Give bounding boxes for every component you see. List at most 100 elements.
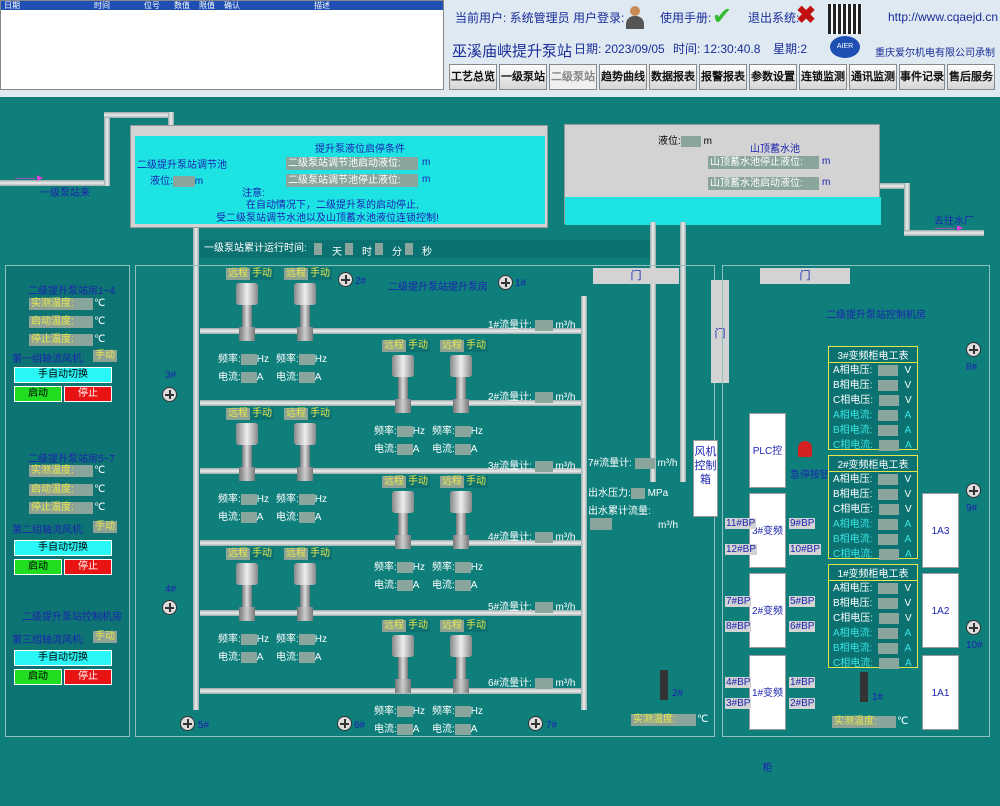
estop-icon[interactable] [798,441,812,457]
cabinet-1a3[interactable]: 1A3 [922,493,959,568]
g3-stop-button[interactable]: 停止 [64,669,112,685]
tab-data-report[interactable]: 数据报表 [649,64,697,90]
tab-comm[interactable]: 通讯监测 [849,64,897,90]
g2-mode-switch-button[interactable]: 手自动切换 [14,540,112,556]
pump-8-icon[interactable] [450,491,472,551]
tab-alarm-report[interactable]: 报警报表 [699,64,747,90]
pump-11-manual[interactable]: 手动 [406,620,430,632]
pump-9-manual[interactable]: 手动 [250,548,274,560]
pump-5-icon[interactable] [236,423,258,483]
pump-2-icon[interactable] [294,283,316,343]
g1-start-temp-label: 启动温度: [29,316,76,328]
res-start-value[interactable] [805,177,819,190]
tab-service[interactable]: 售后服务 [947,64,995,90]
pump-9-remote[interactable]: 远程 [226,548,250,560]
pump-1-icon[interactable] [236,283,258,343]
pump-6-remote[interactable]: 远程 [284,408,308,420]
g3-start-button[interactable]: 启动 [14,669,62,685]
pump-3-remote[interactable]: 远程 [382,340,406,352]
room-temp-unit: ℃ [697,714,709,725]
g1-start-button[interactable]: 启动 [14,386,62,402]
user-icon[interactable] [625,4,645,30]
deg1: ℃ [94,298,106,309]
pump-12-current: 电流: A [432,723,478,735]
pump-4-remote[interactable]: 远程 [440,340,464,352]
tab-station1[interactable]: 一级泵站 [499,64,547,90]
vfd-2[interactable]: 2#变频柜 [749,573,786,692]
pump-8-remote[interactable]: 远程 [440,476,464,488]
pump-5-manual[interactable]: 手动 [250,408,274,420]
pump-12-icon[interactable] [450,635,472,695]
alarm-list[interactable]: 日期 时间 位号 数值 限值 确认 描述 [0,0,444,90]
pump-1-manual[interactable]: 手动 [250,268,274,280]
unit-m-3: m [822,156,831,167]
g2-start-temp-value[interactable] [75,484,93,496]
unit-m-2: m [422,174,431,185]
g3-mode-switch-button[interactable]: 手自动切换 [14,650,112,666]
pump-11-remote[interactable]: 远程 [382,620,406,632]
pump-10-manual[interactable]: 手动 [308,548,332,560]
pump-9-icon[interactable] [236,563,258,623]
pump-5-remote[interactable]: 远程 [226,408,250,420]
pump-10-remote[interactable]: 远程 [284,548,308,560]
tab-overview[interactable]: 工艺总览 [449,64,497,90]
g1-stop-button[interactable]: 停止 [64,386,112,402]
pump-2-freq: 频率: Hz [276,353,328,365]
deg5: ℃ [94,484,106,495]
pool-stop-value[interactable] [402,174,418,187]
pump-6-manual[interactable]: 手动 [308,408,332,420]
pump-7-remote[interactable]: 远程 [382,476,406,488]
pump-12-remote[interactable]: 远程 [440,620,464,632]
cabinet-1a2[interactable]: 1A2 [922,573,959,648]
exit-x-icon[interactable]: ✖ [796,2,816,30]
pump-7-manual[interactable]: 手动 [406,476,430,488]
tab-events[interactable]: 事件记录 [899,64,945,90]
pump-9-freq: 频率: Hz [218,633,270,645]
cabinet-1a1[interactable]: 1A1 [922,655,959,730]
plc-cabinet[interactable]: PLC控制柜 [749,413,786,532]
g2-stop-button[interactable]: 停止 [64,559,112,575]
pump-2-remote[interactable]: 远程 [284,268,308,280]
pump-6-icon[interactable] [294,423,316,483]
pool-start-value[interactable] [402,157,418,170]
bp-12: 12#BP [725,544,758,555]
g1-start-temp-value[interactable] [75,316,93,328]
pump-1-remote[interactable]: 远程 [226,268,250,280]
pump-8-manual[interactable]: 手动 [464,476,488,488]
pump-3-manual[interactable]: 手动 [406,340,430,352]
tab-trend[interactable]: 趋势曲线 [599,64,647,90]
pump-11-icon[interactable] [392,635,414,695]
g1-stop-temp-value[interactable] [75,334,93,346]
pump-8-current: 电流: A [432,579,478,591]
pump-10-icon[interactable] [294,563,316,623]
tab-params[interactable]: 参数设置 [749,64,797,90]
manual-check-icon[interactable]: ✔ [712,4,732,30]
website-url[interactable]: http://www.cqaejd.cn [888,10,998,24]
pool-start-level: 二级泵站调节池启动液位: [286,157,403,170]
tab-station2[interactable]: 二级泵站 [549,64,597,90]
pump-12-manual[interactable]: 手动 [464,620,488,632]
pump-7-icon[interactable] [392,491,414,551]
bp-10: 10#BP [789,544,822,555]
pump-4-icon[interactable] [450,355,472,415]
g1-mode-switch-button[interactable]: 手自动切换 [14,367,112,383]
pump-2-manual[interactable]: 手动 [308,268,332,280]
g3-title: 二级提升泵站控制机房 [22,612,122,623]
pump-10-current: 电流: A [276,651,322,663]
room-temp-value [676,714,696,726]
ctrl-temp-label: 实测温度: [832,716,879,728]
pump-3-icon[interactable] [392,355,414,415]
vfd-3[interactable]: 3#变频柜 [749,493,786,612]
g2-start-button[interactable]: 启动 [14,559,62,575]
res-stop-value[interactable] [805,156,819,169]
vfd-1[interactable]: 1#变频柜 [749,655,786,774]
pump-6-current: 电流: A [276,511,322,523]
pump-5-freq: 频率: Hz [218,493,270,505]
g3-fan-label: 第三组轴流风机: [12,635,85,646]
total-flow-unit: m³/h [658,520,678,531]
g2-stop-temp-value[interactable] [75,502,93,514]
pump-4-manual[interactable]: 手动 [464,340,488,352]
tab-interlock[interactable]: 连锁监测 [799,64,847,90]
col-value: 数值 [174,1,190,10]
fan-control-box[interactable]: 风机控制箱 [693,440,718,517]
